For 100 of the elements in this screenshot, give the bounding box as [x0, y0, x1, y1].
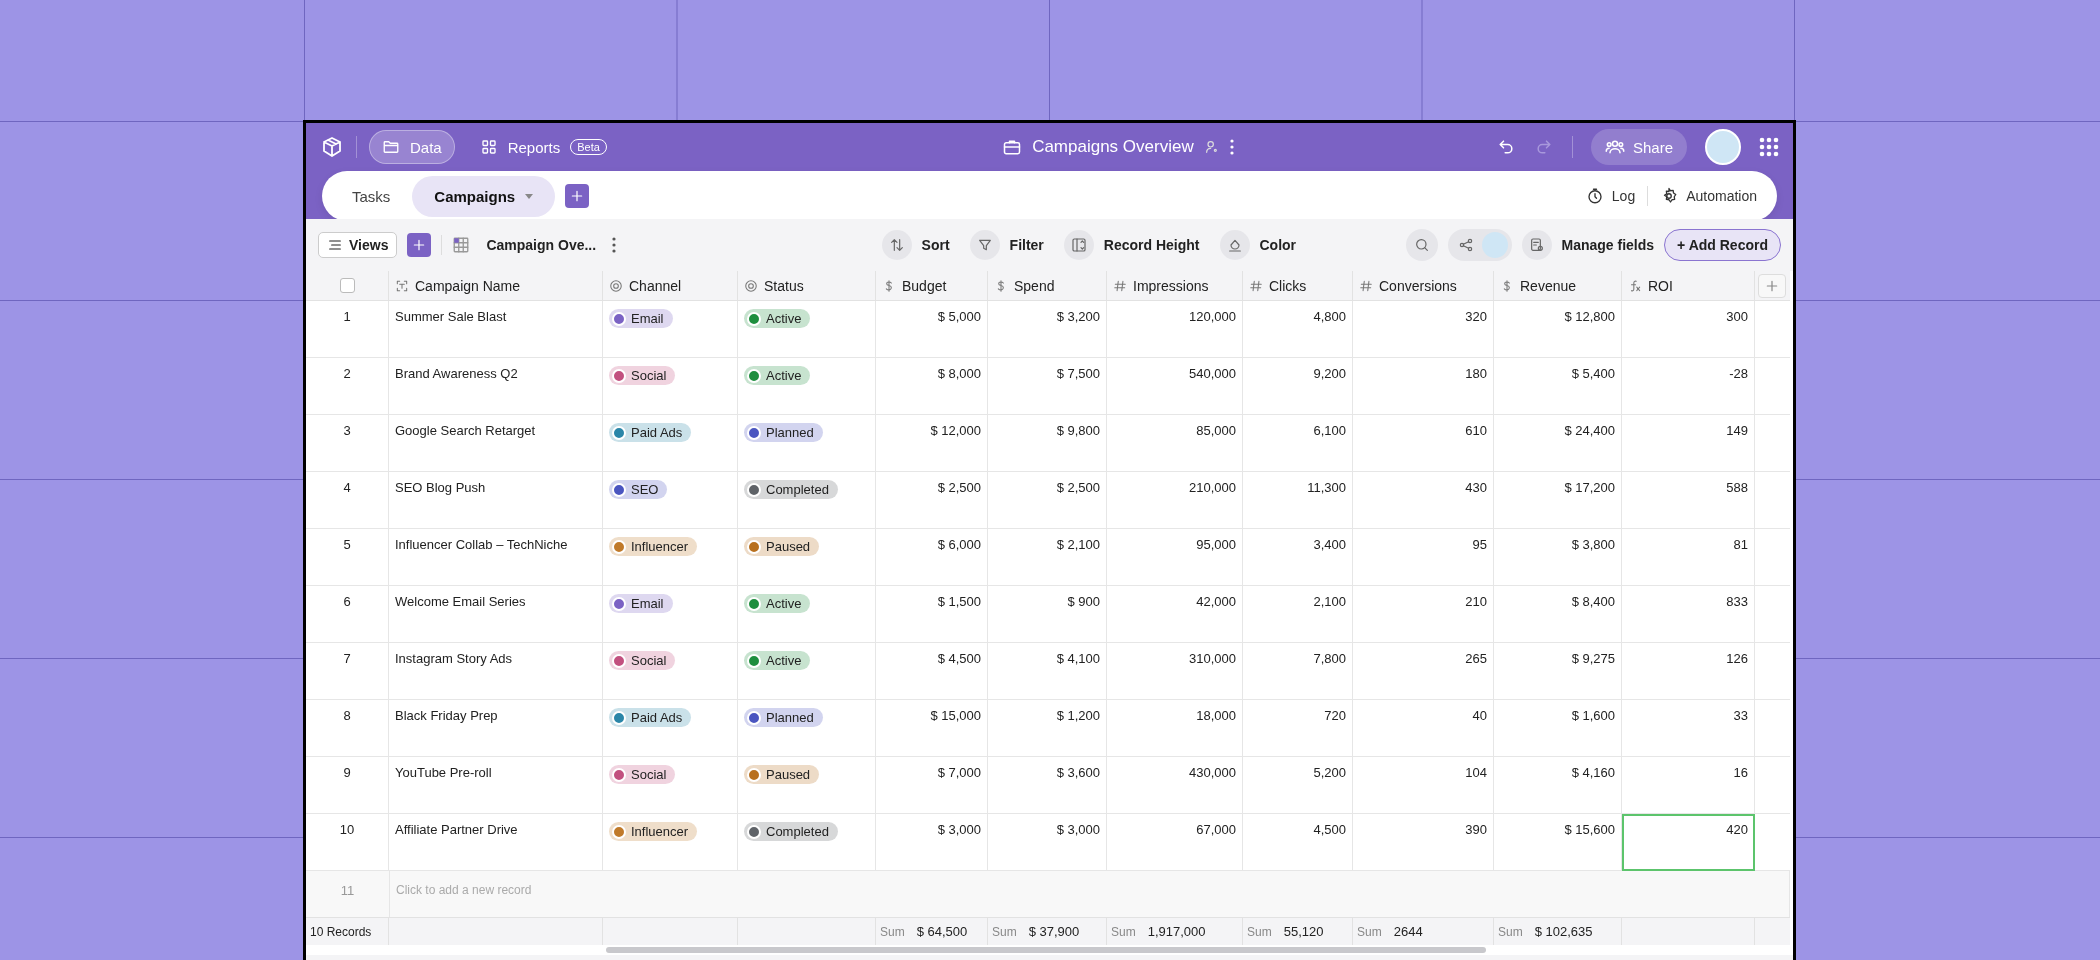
kebab-menu-icon[interactable] [612, 237, 617, 253]
sum-value: $ 37,900 [1028, 924, 1080, 939]
table-cell: 210,000 [1107, 472, 1243, 529]
table-cell: $ 15,000 [876, 700, 988, 757]
log-button[interactable]: Log [1573, 183, 1648, 209]
add-record-button[interactable]: + Add Record [1664, 229, 1781, 261]
table-cell: 430 [1353, 472, 1494, 529]
sum-label: Sum [992, 924, 1017, 939]
table-cell: YouTube Pre-roll [389, 757, 603, 814]
sum-label: Sum [1498, 924, 1523, 939]
status-tag: Active [744, 651, 811, 670]
row-number: 10 [306, 814, 389, 871]
table-cell: 33 [1622, 700, 1755, 757]
table-cell: 180 [1353, 358, 1494, 415]
tab[interactable]: Campaigns [412, 175, 556, 217]
table-cell: 42,000 [1107, 586, 1243, 643]
status-tag: Active [744, 594, 811, 613]
nav-tab[interactable]: Reports Beta [466, 130, 620, 164]
horizontal-scrollbar[interactable] [606, 947, 1486, 953]
column-header[interactable]: Channel [603, 271, 738, 301]
add-tab-button[interactable] [565, 184, 590, 208]
table-cell: 720 [1243, 700, 1353, 757]
table-cell: 81 [1622, 529, 1755, 586]
table-cell: 320 [1353, 301, 1494, 358]
table-cell: $ 2,500 [876, 472, 988, 529]
table-cell: $ 6,000 [876, 529, 988, 586]
toolbar-button[interactable]: Color [1219, 230, 1297, 260]
table-cell: $ 5,400 [1494, 358, 1622, 415]
table-cell: 120,000 [1107, 301, 1243, 358]
toolbar-button[interactable]: Record Height [1063, 230, 1200, 260]
channel-tag: Paid Ads [609, 423, 692, 442]
channel-tag: Influencer [609, 537, 698, 556]
manage-fields-button[interactable]: Manage fields [1521, 230, 1655, 260]
views-button[interactable]: Views [318, 232, 398, 258]
user-settings-icon [1203, 139, 1220, 155]
select-field-icon [609, 278, 623, 293]
table-cell: 18,000 [1107, 700, 1243, 757]
text-field-icon [395, 278, 409, 293]
table-cell: 833 [1622, 586, 1755, 643]
status-tag: Paused [744, 765, 820, 784]
avatar[interactable] [1705, 129, 1741, 165]
sum-label: Sum [1357, 924, 1382, 939]
column-header[interactable]: ROI [1622, 271, 1755, 301]
sum-value: $ 102,635 [1534, 924, 1593, 939]
sum-label: Sum [1111, 924, 1136, 939]
status-tag: Completed [744, 480, 838, 499]
table-cell: $ 9,275 [1494, 643, 1622, 700]
table-cell: $ 17,200 [1494, 472, 1622, 529]
table-cell: $ 1,500 [876, 586, 988, 643]
table-cell: 310,000 [1107, 643, 1243, 700]
table-cell: $ 5,000 [876, 301, 988, 358]
status-tag: Planned [744, 708, 823, 727]
tab[interactable]: Tasks [330, 175, 413, 217]
view-name[interactable]: Campaign Ove... [486, 237, 597, 253]
table-cell: 3,400 [1243, 529, 1353, 586]
cube-logo-icon [320, 135, 344, 159]
column-header[interactable]: Conversions [1353, 271, 1494, 301]
share-view-button[interactable] [1447, 229, 1512, 261]
sum-value: 55,120 [1283, 924, 1324, 939]
column-header[interactable]: Revenue [1494, 271, 1622, 301]
table-cell: 40 [1353, 700, 1494, 757]
row-number: 2 [306, 358, 389, 415]
sum-value: 1,917,000 [1147, 924, 1206, 939]
table-cell: 9,200 [1243, 358, 1353, 415]
sum-value: 2644 [1393, 924, 1423, 939]
table-cell: $ 12,000 [876, 415, 988, 472]
add-view-button[interactable] [407, 233, 432, 257]
row-number: 11 [306, 871, 389, 917]
table-cell: $ 7,500 [988, 358, 1107, 415]
table-cell: $ 7,000 [876, 757, 988, 814]
dropdown-caret-icon [525, 193, 534, 199]
table-cell: 4,800 [1243, 301, 1353, 358]
select-all-checkbox[interactable] [339, 278, 355, 293]
search-button[interactable] [1405, 229, 1438, 261]
table-cell: $ 4,100 [988, 643, 1107, 700]
channel-tag: Influencer [609, 822, 698, 841]
channel-tag: Social [609, 366, 676, 385]
table-cell: $ 900 [988, 586, 1107, 643]
table-cell: 420 [1622, 814, 1755, 871]
app-grid-icon[interactable] [1759, 137, 1779, 157]
sum-value: $ 64,500 [916, 924, 968, 939]
toolbar-button[interactable]: Sort [881, 230, 950, 260]
row-number: 8 [306, 700, 389, 757]
row-number: 3 [306, 415, 389, 472]
table-cell: 2,100 [1243, 586, 1353, 643]
column-header[interactable]: Budget [876, 271, 988, 301]
column-header[interactable]: Campaign Name [389, 271, 603, 301]
table-cell: 300 [1622, 301, 1755, 358]
column-header[interactable]: Status [738, 271, 876, 301]
toolbar-button[interactable]: Filter [969, 230, 1044, 260]
page-title: Campaigns Overview [1032, 137, 1194, 157]
table-cell: 265 [1353, 643, 1494, 700]
column-header[interactable]: Impressions [1107, 271, 1243, 301]
automation-button[interactable]: Automation [1648, 183, 1769, 209]
table-cell: $ 12,800 [1494, 301, 1622, 358]
table-cell: $ 3,200 [988, 301, 1107, 358]
kebab-menu-icon[interactable] [1229, 139, 1234, 155]
column-header[interactable]: Spend [988, 271, 1107, 301]
column-header[interactable]: Clicks [1243, 271, 1353, 301]
channel-tag: SEO [609, 480, 668, 499]
